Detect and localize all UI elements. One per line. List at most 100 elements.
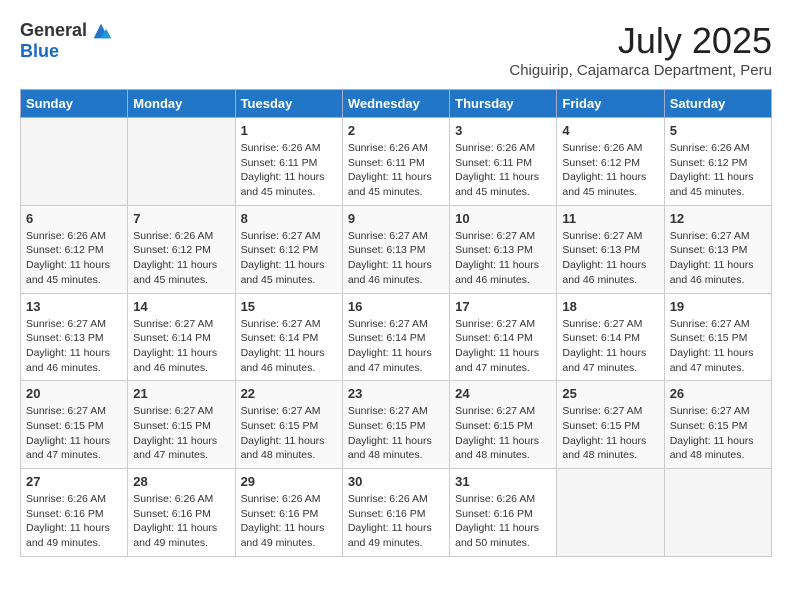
day-info: Sunrise: 6:26 AMSunset: 6:12 PMDaylight:… (133, 229, 229, 288)
day-cell: 16 Sunrise: 6:27 AMSunset: 6:14 PMDayligh… (342, 293, 449, 381)
day-info: Sunrise: 6:27 AMSunset: 6:15 PMDaylight:… (241, 404, 337, 463)
day-info: Sunrise: 6:27 AMSunset: 6:12 PMDaylight:… (241, 229, 337, 288)
day-info: Sunrise: 6:27 AMSunset: 6:15 PMDaylight:… (26, 404, 122, 463)
day-info: Sunrise: 6:27 AMSunset: 6:13 PMDaylight:… (26, 317, 122, 376)
day-number: 5 (670, 123, 766, 138)
day-number: 13 (26, 299, 122, 314)
calendar: SundayMondayTuesdayWednesdayThursdayFrid… (20, 89, 772, 557)
header: General Blue July 2025 Chiguirip, Cajama… (20, 20, 772, 79)
month-title: July 2025 (509, 20, 772, 62)
day-info: Sunrise: 6:26 AMSunset: 6:11 PMDaylight:… (455, 141, 551, 200)
day-info: Sunrise: 6:27 AMSunset: 6:15 PMDaylight:… (670, 317, 766, 376)
day-cell: 30 Sunrise: 6:26 AMSunset: 6:16 PMDayligh… (342, 469, 449, 557)
logo-general: General (20, 21, 87, 41)
day-cell: 14Sunrise: 6:27 AMSunset: 6:14 PMDayligh… (128, 293, 235, 381)
day-number: 6 (26, 211, 122, 226)
day-info: Sunrise: 6:27 AMSunset: 6:14 PMDaylight:… (562, 317, 658, 376)
day-number: 4 (562, 123, 658, 138)
day-cell: 8 Sunrise: 6:27 AMSunset: 6:12 PMDaylight… (235, 205, 342, 293)
day-number: 20 (26, 386, 122, 401)
day-number: 23 (348, 386, 444, 401)
day-cell: 27Sunrise: 6:26 AMSunset: 6:16 PMDayligh… (21, 469, 128, 557)
day-number: 27 (26, 474, 122, 489)
day-info: Sunrise: 6:27 AMSunset: 6:15 PMDaylight:… (562, 404, 658, 463)
day-cell: 19 Sunrise: 6:27 AMSunset: 6:15 PMDayligh… (664, 293, 771, 381)
logo: General Blue (20, 20, 112, 62)
day-number: 19 (670, 299, 766, 314)
day-info: Sunrise: 6:26 AMSunset: 6:16 PMDaylight:… (133, 492, 229, 551)
day-cell: 2Sunrise: 6:26 AMSunset: 6:11 PMDaylight… (342, 118, 449, 206)
day-info: Sunrise: 6:26 AMSunset: 6:16 PMDaylight:… (455, 492, 551, 551)
day-number: 29 (241, 474, 337, 489)
day-cell: 12Sunrise: 6:27 AMSunset: 6:13 PMDayligh… (664, 205, 771, 293)
day-info: Sunrise: 6:27 AMSunset: 6:14 PMDaylight:… (348, 317, 444, 376)
day-info: Sunrise: 6:27 AMSunset: 6:15 PMDaylight:… (133, 404, 229, 463)
day-info: Sunrise: 6:27 AMSunset: 6:13 PMDaylight:… (562, 229, 658, 288)
day-number: 15 (241, 299, 337, 314)
day-number: 3 (455, 123, 551, 138)
day-cell: 28 Sunrise: 6:26 AMSunset: 6:16 PMDayligh… (128, 469, 235, 557)
weekday-header-wednesday: Wednesday (342, 90, 449, 118)
weekday-header-friday: Friday (557, 90, 664, 118)
day-info: Sunrise: 6:26 AMSunset: 6:12 PMDaylight:… (26, 229, 122, 288)
day-number: 16 (348, 299, 444, 314)
day-number: 11 (562, 211, 658, 226)
day-cell: 23 Sunrise: 6:27 AMSunset: 6:15 PMDayligh… (342, 381, 449, 469)
day-cell (128, 118, 235, 206)
day-info: Sunrise: 6:26 AMSunset: 6:12 PMDaylight:… (562, 141, 658, 200)
weekday-header-saturday: Saturday (664, 90, 771, 118)
day-cell: 13 Sunrise: 6:27 AMSunset: 6:13 PMDayligh… (21, 293, 128, 381)
day-cell: 31 Sunrise: 6:26 AMSunset: 6:16 PMDayligh… (450, 469, 557, 557)
day-info: Sunrise: 6:27 AMSunset: 6:14 PMDaylight:… (241, 317, 337, 376)
day-info: Sunrise: 6:26 AMSunset: 6:16 PMDaylight:… (241, 492, 337, 551)
week-row-5: 27 Sunrise: 6:26 AMSunset: 6:16 PMDayligh… (21, 469, 772, 557)
day-info: Sunrise: 6:26 AMSunset: 6:12 PMDaylight:… (670, 141, 766, 200)
day-cell: 17 Sunrise: 6:27 AMSunset: 6:14 PMDayligh… (450, 293, 557, 381)
day-cell: 20 Sunrise: 6:27 AMSunset: 6:15 PMDayligh… (21, 381, 128, 469)
week-row-4: 20 Sunrise: 6:27 AMSunset: 6:15 PMDayligh… (21, 381, 772, 469)
day-info: Sunrise: 6:27 AMSunset: 6:14 PMDaylight:… (455, 317, 551, 376)
weekday-header-monday: Monday (128, 90, 235, 118)
day-cell: 21 Sunrise: 6:27 AMSunset: 6:15 PMDayligh… (128, 381, 235, 469)
day-number: 1 (241, 123, 337, 138)
logo-icon (90, 20, 112, 42)
day-number: 8 (241, 211, 337, 226)
day-number: 25 (562, 386, 658, 401)
day-number: 9 (348, 211, 444, 226)
day-info: Sunrise: 6:27 AMSunset: 6:15 PMDaylight:… (455, 404, 551, 463)
day-cell: 29 Sunrise: 6:26 AMSunset: 6:16 PMDayligh… (235, 469, 342, 557)
day-cell: 10 Sunrise: 6:27 AMSunset: 6:13 PMDayligh… (450, 205, 557, 293)
day-cell: 25 Sunrise: 6:27 AMSunset: 6:15 PMDayligh… (557, 381, 664, 469)
day-number: 21 (133, 386, 229, 401)
day-number: 17 (455, 299, 551, 314)
day-info: Sunrise: 6:27 AMSunset: 6:15 PMDaylight:… (348, 404, 444, 463)
day-cell: 4 Sunrise: 6:26 AMSunset: 6:12 PMDaylight… (557, 118, 664, 206)
logo-blue: Blue (20, 42, 59, 62)
day-cell: 5 Sunrise: 6:26 AMSunset: 6:12 PMDaylight… (664, 118, 771, 206)
weekday-header-thursday: Thursday (450, 90, 557, 118)
day-info: Sunrise: 6:27 AMSunset: 6:13 PMDaylight:… (670, 229, 766, 288)
day-cell (21, 118, 128, 206)
day-number: 31 (455, 474, 551, 489)
day-cell: 9 Sunrise: 6:27 AMSunset: 6:13 PMDaylight… (342, 205, 449, 293)
day-number: 7 (133, 211, 229, 226)
day-info: Sunrise: 6:26 AMSunset: 6:11 PMDaylight:… (348, 141, 444, 200)
day-info: Sunrise: 6:27 AMSunset: 6:13 PMDaylight:… (455, 229, 551, 288)
day-number: 26 (670, 386, 766, 401)
day-cell: 18Sunrise: 6:27 AMSunset: 6:14 PMDayligh… (557, 293, 664, 381)
day-cell: 22 Sunrise: 6:27 AMSunset: 6:15 PMDayligh… (235, 381, 342, 469)
day-cell (557, 469, 664, 557)
day-number: 28 (133, 474, 229, 489)
day-cell: 1Sunrise: 6:26 AMSunset: 6:11 PMDaylight… (235, 118, 342, 206)
day-cell: 3 Sunrise: 6:26 AMSunset: 6:11 PMDaylight… (450, 118, 557, 206)
day-info: Sunrise: 6:26 AMSunset: 6:16 PMDaylight:… (348, 492, 444, 551)
day-cell: 15 Sunrise: 6:27 AMSunset: 6:14 PMDayligh… (235, 293, 342, 381)
day-info: Sunrise: 6:27 AMSunset: 6:13 PMDaylight:… (348, 229, 444, 288)
day-number: 22 (241, 386, 337, 401)
day-cell: 24Sunrise: 6:27 AMSunset: 6:15 PMDayligh… (450, 381, 557, 469)
day-number: 30 (348, 474, 444, 489)
day-cell: 11 Sunrise: 6:27 AMSunset: 6:13 PMDayligh… (557, 205, 664, 293)
day-cell: 7 Sunrise: 6:26 AMSunset: 6:12 PMDaylight… (128, 205, 235, 293)
day-cell (664, 469, 771, 557)
day-number: 10 (455, 211, 551, 226)
